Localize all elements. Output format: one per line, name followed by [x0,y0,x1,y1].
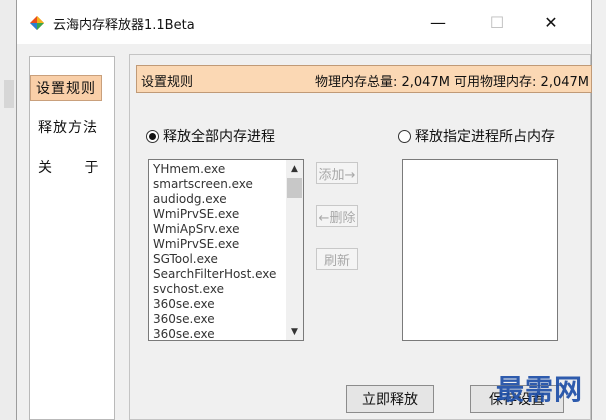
sidebar-nav: 设置规则 释放方法 关 于 [29,56,115,420]
list-item[interactable]: smartscreen.exe [153,177,285,192]
radio-label: 释放全部内存进程 [163,129,275,145]
radio-unselected-icon [398,129,411,143]
panel-header: 设置规则 物理内存总量: 2,047M 可用物理内存: 2,047M [136,65,592,93]
list-item[interactable]: svchost.exe [153,282,285,297]
client-area: 设置规则 释放方法 关 于 设置规则 物理内存总量: 2,047M 可用物理内存… [17,44,592,420]
sidebar-item-methods[interactable]: 释放方法 [30,115,114,139]
list-item[interactable]: SearchFilterHost.exe [153,267,285,282]
app-window: 云海内存释放器1.1Beta — ☐ ✕ 设置规则 释放方法 关 于 设置规则 … [16,0,592,420]
radio-label: 释放指定进程所占内存 [415,129,555,145]
list-item[interactable]: WmiApSrv.exe [153,222,285,237]
remove-button[interactable]: ←删除 [316,205,358,227]
process-listbox[interactable]: YHmem.exe smartscreen.exe audiodg.exe WmiPr… [148,159,304,341]
radio-selected-icon [146,129,159,143]
maximize-button[interactable]: ☐ [474,0,520,44]
list-item[interactable]: 360se.exe [153,327,285,340]
minimize-button[interactable]: — [415,0,461,44]
list-item[interactable]: YHmem.exe [153,162,285,177]
scroll-down-icon[interactable]: ▼ [286,323,303,340]
panel-title: 设置规则 [141,75,194,90]
selected-process-listbox[interactable] [402,159,558,341]
radio-release-all[interactable]: 释放全部内存进程 [146,126,275,146]
sidebar-item-label: 关 于 [38,160,100,176]
site-watermark: 最需网 [496,373,584,406]
close-button[interactable]: ✕ [528,0,574,44]
window-title: 云海内存释放器1.1Beta [53,18,195,33]
title-bar[interactable]: 云海内存释放器1.1Beta — ☐ ✕ [17,0,591,44]
app-logo-icon [30,16,44,30]
release-now-button[interactable]: 立即释放 [346,385,434,413]
list-item[interactable]: audiodg.exe [153,192,285,207]
background-tab [4,80,14,108]
radio-release-specific[interactable]: 释放指定进程所占内存 [398,126,555,146]
list-item[interactable]: SGTool.exe [153,252,285,267]
refresh-button[interactable]: 刷新 [316,248,358,270]
scroll-up-icon[interactable]: ▲ [286,160,303,177]
list-item[interactable]: 360se.exe [153,297,285,312]
process-items: YHmem.exe smartscreen.exe audiodg.exe WmiPr… [153,162,285,340]
add-button[interactable]: 添加→ [316,162,358,184]
vertical-scrollbar[interactable]: ▲ ▼ [286,160,303,340]
scroll-thumb[interactable] [287,178,302,198]
list-item[interactable]: 360se.exe [153,312,285,327]
sidebar-item-label: 设置规则 [30,75,102,101]
settings-panel: 设置规则 物理内存总量: 2,047M 可用物理内存: 2,047M 释放全部内… [129,54,592,420]
sidebar-item-about[interactable]: 关 于 [30,155,114,179]
list-item[interactable]: WmiPrvSE.exe [153,207,285,222]
memory-info: 物理内存总量: 2,047M 可用物理内存: 2,047M [314,75,589,90]
background-window-edge [0,0,16,420]
sidebar-item-rules[interactable]: 设置规则 [30,75,114,101]
list-item[interactable]: WmiPrvSE.exe [153,237,285,252]
sidebar-item-label: 释放方法 [38,120,98,136]
